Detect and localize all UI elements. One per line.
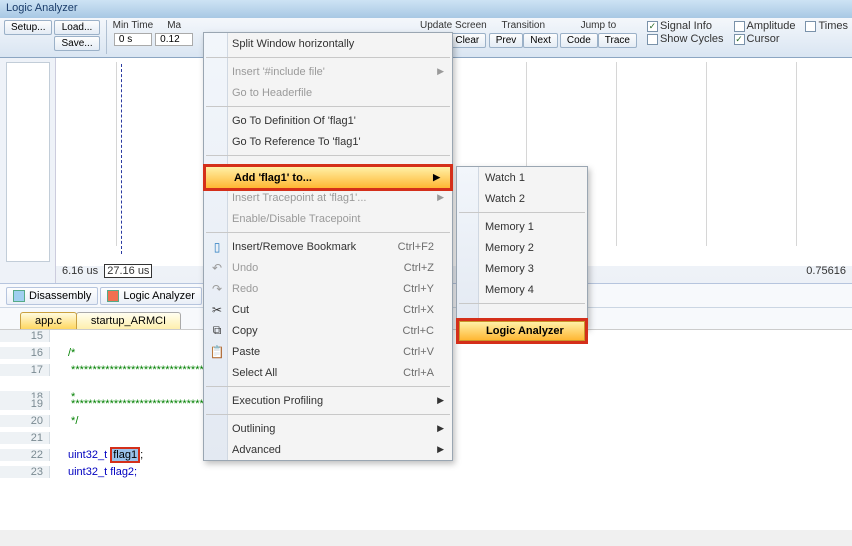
time-mark: 27.16 us bbox=[104, 264, 152, 278]
jump-to-header: Jump to bbox=[581, 20, 617, 31]
menu-goto-definition[interactable]: Go To Definition Of 'flag1' bbox=[204, 110, 452, 131]
tab-logic-analyzer[interactable]: Logic Analyzer bbox=[100, 287, 202, 305]
menu-goto-reference[interactable]: Go To Reference To 'flag1' bbox=[204, 131, 452, 152]
submenu-add-to: Watch 1 Watch 2 Memory 1 Memory 2 Memory… bbox=[456, 166, 588, 328]
min-time-header: Min Time bbox=[113, 20, 154, 31]
save-button[interactable]: Save... bbox=[54, 36, 99, 51]
menu-insert-include: Insert '#include file'▶ bbox=[204, 61, 452, 82]
signal-marker bbox=[121, 64, 122, 254]
signal-info-label: Signal Info bbox=[660, 20, 712, 32]
title-bar: Logic Analyzer bbox=[0, 0, 852, 18]
clear-button[interactable]: Clear bbox=[448, 33, 486, 48]
logic-analyzer-icon bbox=[107, 290, 119, 302]
menu-go-headerfile: Go to Headerfile bbox=[204, 82, 452, 103]
submenu-memory4[interactable]: Memory 4 bbox=[457, 279, 587, 300]
selected-identifier[interactable]: flag1 bbox=[110, 447, 140, 463]
next-button[interactable]: Next bbox=[523, 33, 558, 48]
submenu-logic-analyzer-highlight: Logic Analyzer bbox=[456, 318, 588, 344]
times-checkbox[interactable] bbox=[805, 21, 816, 32]
analyzer-gutter bbox=[0, 58, 56, 283]
cursor-checkbox[interactable]: ✓ bbox=[734, 34, 745, 45]
menu-undo: ↶UndoCtrl+Z bbox=[204, 257, 452, 278]
code-button[interactable]: Code bbox=[560, 33, 598, 48]
ma-input[interactable] bbox=[155, 33, 193, 46]
menu-redo: ↷RedoCtrl+Y bbox=[204, 278, 452, 299]
submenu-watch2[interactable]: Watch 2 bbox=[457, 188, 587, 209]
gutter-box bbox=[6, 62, 50, 262]
amplitude-label: Amplitude bbox=[747, 20, 796, 32]
trace-button[interactable]: Trace bbox=[598, 33, 637, 48]
menu-add-to[interactable]: Add 'flag1' to...▶ bbox=[203, 164, 453, 191]
submenu-memory1[interactable]: Memory 1 bbox=[457, 216, 587, 237]
prev-button[interactable]: Prev bbox=[489, 33, 524, 48]
menu-outlining[interactable]: Outlining▶ bbox=[204, 418, 452, 439]
times-label: Times bbox=[818, 20, 848, 32]
redo-icon: ↷ bbox=[210, 282, 224, 296]
submenu-watch1[interactable]: Watch 1 bbox=[457, 167, 587, 188]
menu-split-window[interactable]: Split Window horizontally bbox=[204, 33, 452, 54]
menu-enable-tracepoint: Enable/Disable Tracepoint bbox=[204, 208, 452, 229]
time-axis: 6.16 us 27.16 us 0.75616 bbox=[56, 265, 852, 281]
load-button[interactable]: Load... bbox=[54, 20, 99, 35]
cursor-label: Cursor bbox=[747, 33, 780, 45]
plot-area[interactable] bbox=[56, 58, 852, 266]
show-cycles-label: Show Cycles bbox=[660, 33, 724, 45]
undo-icon: ↶ bbox=[210, 261, 224, 275]
tab-disassembly[interactable]: Disassembly bbox=[6, 287, 98, 305]
menu-execution-profiling[interactable]: Execution Profiling▶ bbox=[204, 390, 452, 411]
show-cycles-checkbox[interactable] bbox=[647, 34, 658, 45]
copy-icon: ⧉ bbox=[210, 324, 224, 338]
menu-advanced[interactable]: Advanced▶ bbox=[204, 439, 452, 460]
window-title: Logic Analyzer bbox=[6, 2, 78, 14]
paste-icon: 📋 bbox=[210, 345, 224, 359]
menu-paste[interactable]: 📋PasteCtrl+V bbox=[204, 341, 452, 362]
signal-info-checkbox[interactable]: ✓ bbox=[647, 21, 658, 32]
submenu-memory3[interactable]: Memory 3 bbox=[457, 258, 587, 279]
context-menu: Split Window horizontally Insert '#inclu… bbox=[203, 32, 453, 461]
update-screen-header: Update Screen bbox=[420, 20, 487, 31]
transition-header: Transition bbox=[502, 20, 546, 31]
file-tab-startup[interactable]: startup_ARMCI bbox=[76, 312, 181, 329]
menu-cut[interactable]: ✂CutCtrl+X bbox=[204, 299, 452, 320]
ma-header: Ma bbox=[167, 20, 181, 31]
min-time-value: 0 s bbox=[114, 33, 152, 46]
submenu-memory2[interactable]: Memory 2 bbox=[457, 237, 587, 258]
menu-copy[interactable]: ⧉CopyCtrl+C bbox=[204, 320, 452, 341]
amplitude-checkbox[interactable] bbox=[734, 21, 745, 32]
menu-bookmark[interactable]: ▯Insert/Remove BookmarkCtrl+F2 bbox=[204, 236, 452, 257]
submenu-logic-analyzer[interactable]: Logic Analyzer bbox=[459, 321, 585, 341]
setup-button[interactable]: Setup... bbox=[4, 20, 52, 35]
cut-icon: ✂ bbox=[210, 303, 224, 317]
bookmark-icon: ▯ bbox=[210, 240, 224, 254]
disassembly-icon bbox=[13, 290, 25, 302]
file-tab-app-c[interactable]: app.c bbox=[20, 312, 77, 329]
menu-select-all[interactable]: Select AllCtrl+A bbox=[204, 362, 452, 383]
